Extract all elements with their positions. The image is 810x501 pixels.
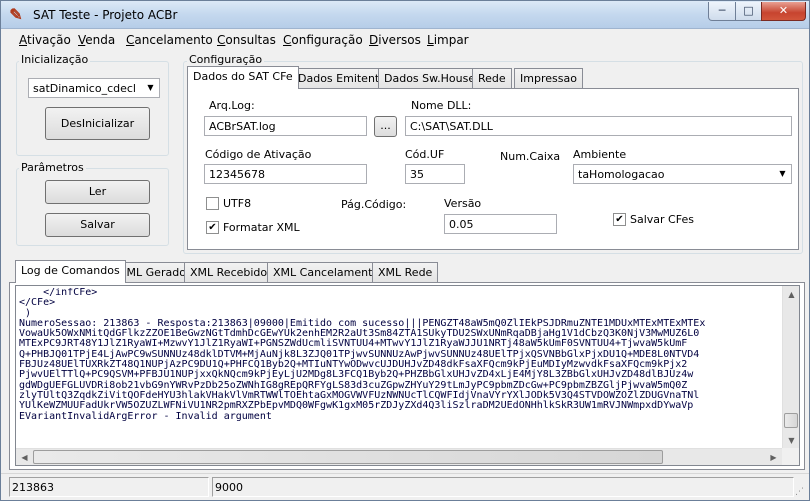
versao-input[interactable]: 0.05: [444, 214, 557, 234]
utf8-checkbox[interactable]: [206, 197, 219, 210]
salvar-cfes-label: Salvar CFes: [630, 213, 694, 226]
menu-diversos[interactable]: Diversos: [369, 33, 421, 47]
status-bar: 213863 9000 ⋰: [1, 473, 809, 500]
codigo-ativacao-input[interactable]: 12345678: [204, 164, 367, 184]
vertical-scroll-thumb[interactable]: [784, 413, 798, 428]
horizontal-scroll-thumb[interactable]: [33, 450, 663, 464]
scroll-down-icon[interactable]: ▼: [783, 432, 799, 449]
acbr-app-icon[interactable]: ✎: [7, 6, 25, 24]
versao-label: Versão: [444, 197, 482, 210]
ler-button[interactable]: Ler: [45, 180, 150, 204]
maximize-button[interactable]: □: [735, 2, 762, 21]
arq-log-label: Arq.Log:: [209, 99, 255, 112]
log-line: </CFe>: [19, 297, 56, 309]
tab-rede[interactable]: Rede: [472, 68, 512, 89]
log-line: </infCFe>: [19, 288, 98, 298]
scroll-up-icon[interactable]: ▲: [783, 286, 799, 303]
menu-consultas[interactable]: Consultas: [217, 33, 276, 47]
tab-log-comandos[interactable]: Log de Comandos: [15, 260, 126, 283]
tab-dados-sat-cfe[interactable]: Dados do SAT CFe: [187, 66, 299, 89]
log-memo[interactable]: </infCFe> </CFe> ) NumeroSessao: 213863 …: [15, 285, 800, 466]
formatar-xml-checkbox[interactable]: ✔: [206, 221, 219, 234]
log-line: EVariantInvalidArgError - Invalid argume…: [19, 410, 272, 422]
tab-dados-emitente[interactable]: Dados Emitente: [292, 68, 393, 89]
model-select-value: satDinamico_cdecl: [33, 82, 136, 95]
inicializacao-title: Inicialização: [19, 53, 91, 66]
salvar-cfes-checkbox[interactable]: ✔: [613, 213, 626, 226]
nome-dll-label: Nome DLL:: [411, 99, 472, 112]
chevron-down-icon[interactable]: ▼: [775, 166, 790, 182]
menu-bar: Ativação Venda Cancelamento Consultas Co…: [1, 30, 809, 51]
cod-uf-input[interactable]: 35: [405, 164, 465, 184]
parametros-title: Parâmetros: [19, 161, 86, 174]
desinicializar-button[interactable]: DesInicializar: [45, 107, 150, 140]
menu-venda[interactable]: Venda: [78, 33, 115, 47]
formatar-xml-label: Formatar XML: [223, 221, 300, 234]
menu-cancelamento[interactable]: Cancelamento: [126, 33, 213, 47]
arq-log-input[interactable]: ACBrSAT.log: [204, 116, 367, 136]
vertical-scrollbar[interactable]: ▲ ▼: [782, 286, 799, 449]
title-bar[interactable]: ✎ SAT Teste - Projeto ACBr ─ □ ✕: [1, 1, 809, 29]
log-text[interactable]: </infCFe> </CFe> ) NumeroSessao: 213863 …: [19, 288, 781, 434]
close-button[interactable]: ✕: [761, 2, 806, 21]
num-caixa-label: Num.Caixa: [500, 150, 561, 163]
scroll-corner: [782, 448, 799, 465]
cod-uf-label: Cód.UF: [405, 148, 445, 161]
menu-ativacao[interactable]: Ativação: [19, 33, 71, 47]
tab-dados-swhouse[interactable]: Dados Sw.House: [378, 68, 482, 89]
nome-dll-input[interactable]: C:\SAT\SAT.DLL: [405, 116, 792, 136]
menu-configuracao[interactable]: Configuração: [283, 33, 363, 47]
utf8-label: UTF8: [223, 197, 252, 210]
scroll-left-icon[interactable]: ◀: [16, 449, 33, 465]
horizontal-scrollbar[interactable]: ◀ ▶: [16, 448, 782, 465]
status-panel-codigo: 9000: [212, 477, 794, 497]
codigo-ativacao-label: Código de Ativação: [205, 148, 312, 161]
ambiente-label: Ambiente: [573, 148, 627, 161]
scroll-right-icon[interactable]: ▶: [765, 449, 782, 465]
main-window: ✎ SAT Teste - Projeto ACBr ─ □ ✕ Ativaçã…: [0, 0, 810, 501]
window-title: SAT Teste - Projeto ACBr: [33, 8, 178, 22]
configuracao-title: Configuração: [187, 53, 265, 66]
ambiente-select-value: taHomologacao: [578, 168, 665, 181]
tab-impressao[interactable]: Impressao: [514, 68, 583, 89]
salvar-button[interactable]: Salvar: [45, 213, 150, 237]
pag-codigo-label: Pág.Código:: [341, 198, 407, 211]
tab-xml-recebido[interactable]: XML Recebido: [184, 262, 274, 283]
status-panel-sessao: 213863: [9, 477, 209, 497]
tab-xml-rede[interactable]: XML Rede: [372, 262, 439, 283]
browse-log-button[interactable]: ...: [374, 116, 397, 137]
chevron-down-icon[interactable]: ▼: [143, 80, 158, 96]
resize-grip-icon[interactable]: ⋰: [795, 486, 807, 498]
model-select[interactable]: satDinamico_cdecl ▼: [28, 78, 160, 98]
menu-limpar[interactable]: Limpar: [427, 33, 469, 47]
ambiente-select[interactable]: taHomologacao ▼: [573, 164, 792, 184]
minimize-button[interactable]: ─: [708, 2, 736, 21]
tab-xml-cancelamento[interactable]: XML Cancelamento: [267, 262, 386, 283]
